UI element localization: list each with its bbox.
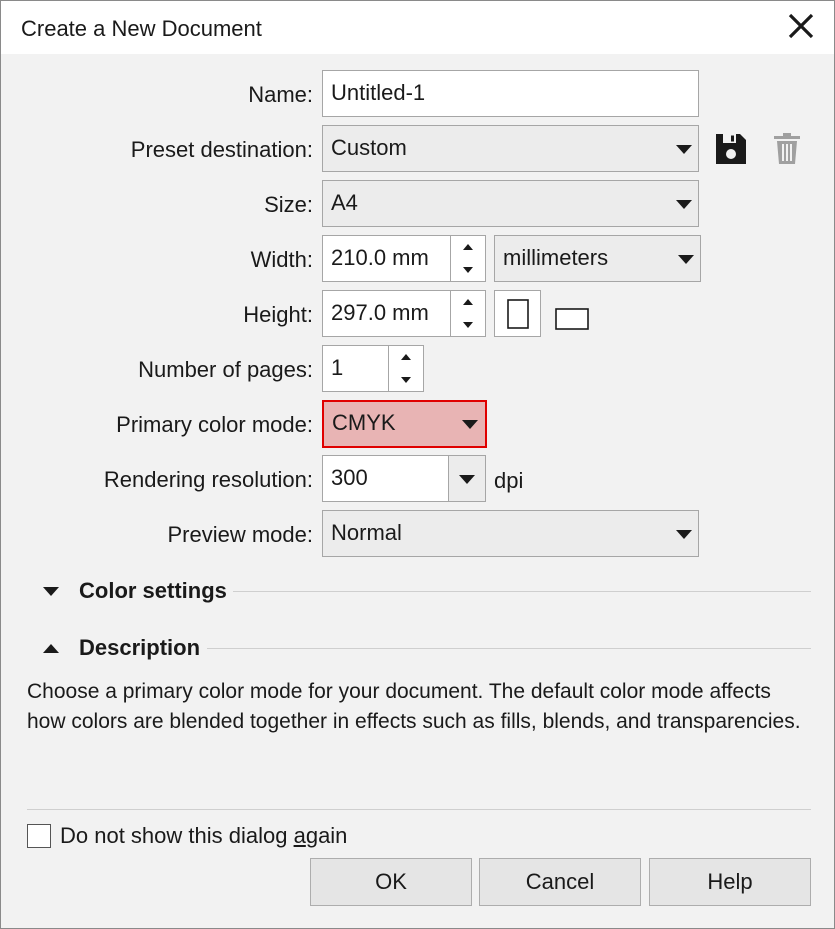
color-mode-dropdown[interactable]: CMYK [322,400,487,448]
collapse-icon [43,643,59,653]
preset-dropdown[interactable]: Custom [322,125,699,172]
size-value: A4 [331,190,358,215]
resolution-value: 300 [331,465,368,490]
save-preset-icon [716,134,746,164]
preset-value: Custom [331,135,407,160]
resolution-dropdown-button[interactable] [448,456,485,501]
ok-button[interactable]: OK [310,858,472,906]
save-preset-button[interactable] [714,132,748,166]
title-bar: Create a New Document [1,1,834,54]
units-dropdown[interactable]: millimeters [494,235,701,282]
height-stepper[interactable]: 297.0 mm [322,290,486,337]
height-decrease-button[interactable] [451,314,485,337]
width-stepper[interactable]: 210.0 mm [322,235,486,282]
preview-dropdown[interactable]: Normal [322,510,699,557]
dont-show-again-label: Do not show this dialog again [60,823,347,849]
dont-show-again-accelerator: a [293,823,306,848]
portrait-orientation-button[interactable] [494,290,541,337]
divider [27,809,811,810]
preview-label: Preview mode: [167,522,313,547]
resolution-label: Rendering resolution: [103,467,313,492]
name-label: Name: [248,82,313,107]
width-value: 210.0 mm [331,245,429,270]
description-toggle[interactable]: Description [43,635,200,661]
preview-value: Normal [331,520,402,545]
arrow-down-icon [463,266,473,273]
dialog-title: Create a New Document [21,16,262,41]
landscape-icon [555,308,589,330]
dont-show-again-checkbox-row[interactable]: Do not show this dialog again [27,823,347,849]
width-decrease-button[interactable] [451,259,485,282]
color-mode-value: CMYK [332,410,396,435]
pages-increase-button[interactable] [389,346,423,369]
arrow-up-icon [401,354,411,361]
resolution-combobox[interactable]: 300 [322,455,486,502]
landscape-orientation-button[interactable] [552,303,592,333]
units-value: millimeters [503,245,609,270]
chevron-down-icon [676,145,692,154]
pages-decrease-button[interactable] [389,369,423,392]
height-label: Height: [243,302,313,327]
pages-spin [388,346,423,391]
divider [233,591,811,592]
dont-show-again-checkbox[interactable] [27,824,51,848]
color-settings-heading: Color settings [79,578,227,603]
color-settings-toggle[interactable]: Color settings [43,578,227,604]
close-button[interactable] [781,7,821,45]
chevron-down-icon [459,475,475,484]
description-heading: Description [79,635,201,660]
chevron-down-icon [462,420,478,429]
divider [207,648,811,649]
chevron-down-icon [676,530,692,539]
color-mode-label: Primary color mode: [116,412,313,437]
width-spin [450,236,485,281]
close-icon [788,13,814,39]
delete-preset-button[interactable] [771,132,803,166]
size-label: Size: [264,192,313,217]
name-input[interactable]: Untitled-1 [322,70,699,117]
help-button[interactable]: Help [649,858,811,906]
pages-stepper[interactable]: 1 [322,345,424,392]
expand-icon [43,586,59,596]
height-spin [450,291,485,336]
dont-show-again-label-suffix: gain [305,823,348,848]
delete-preset-icon [774,133,800,164]
chevron-down-icon [678,255,694,264]
pages-label: Number of pages: [138,357,313,382]
description-text: Choose a primary color mode for your doc… [27,680,801,733]
size-dropdown[interactable]: A4 [322,180,699,227]
dont-show-again-label-prefix: Do not show this dialog [60,823,294,848]
resolution-unit: dpi [494,468,524,493]
pages-value: 1 [331,355,344,380]
portrait-icon [506,298,529,329]
chevron-down-icon [676,200,692,209]
arrow-up-icon [463,244,473,251]
arrow-up-icon [463,299,473,306]
arrow-down-icon [463,321,473,328]
width-increase-button[interactable] [451,236,485,259]
name-value: Untitled-1 [331,80,426,105]
cancel-button[interactable]: Cancel [479,858,641,906]
height-increase-button[interactable] [451,291,485,314]
height-value: 297.0 mm [331,300,429,325]
width-label: Width: [250,247,313,272]
new-document-dialog: Create a New Document Name: Untitled-1 P… [0,0,835,929]
arrow-down-icon [401,376,411,383]
preset-label: Preset destination: [130,137,313,162]
